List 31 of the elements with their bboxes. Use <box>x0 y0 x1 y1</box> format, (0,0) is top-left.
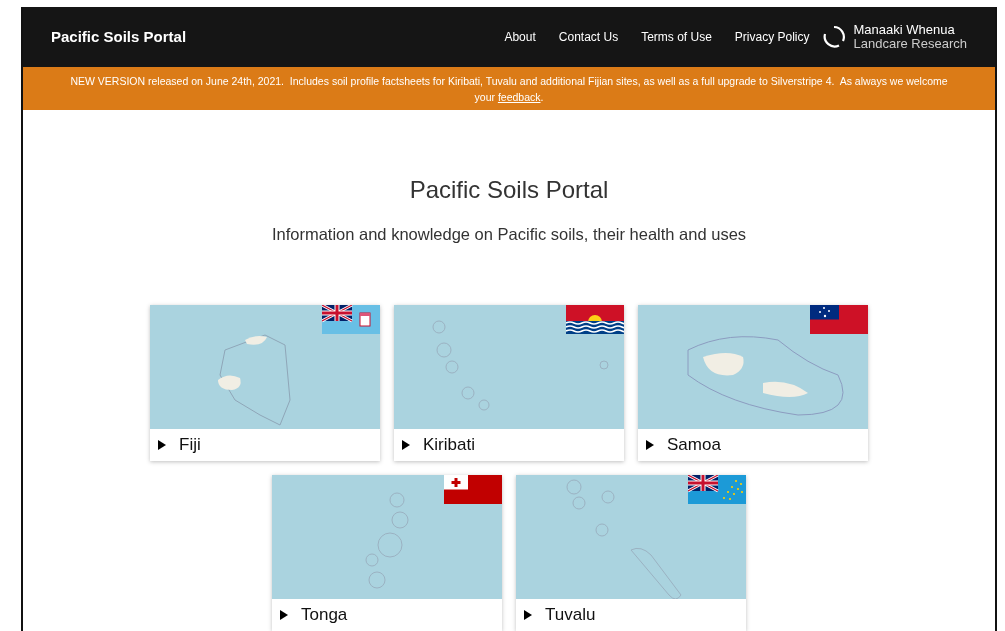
caret-icon[interactable] <box>523 609 533 620</box>
flag-icon <box>810 304 868 334</box>
caret-icon[interactable] <box>279 609 289 620</box>
nav-link[interactable]: About <box>504 28 536 46</box>
country-card[interactable]: Kiribati <box>394 304 624 461</box>
country-card[interactable]: Tuvalu <box>516 474 746 631</box>
flag-icon <box>444 474 502 504</box>
logo-icon <box>821 25 846 49</box>
caret-icon[interactable] <box>645 439 655 450</box>
flag-icon <box>688 474 746 504</box>
country-name: Kiribati <box>423 434 475 456</box>
caret-icon[interactable] <box>401 439 411 450</box>
nav-link[interactable]: Terms of Use <box>641 28 712 46</box>
nav-link[interactable]: Privacy Policy <box>734 28 810 46</box>
country-name: Tonga <box>301 604 348 626</box>
caret-icon[interactable] <box>157 439 167 450</box>
page-subtitle: Information and knowledge on Pacific soils, their health and uses <box>271 224 747 245</box>
country-name: Samoa <box>667 434 721 456</box>
announcement-text: NEW VERSION released on June 24th, 2021. Includes soil profile factsheets for Kiribati, Tuvalu and additional Fijian sites, as well as a full upgrade to Silverstripe 4. As always we welcome your feedback. <box>69 73 949 105</box>
logo-text: Manaaki Whenua <box>853 23 956 37</box>
site-title[interactable]: Pacific Soils Portal <box>51 25 187 49</box>
country-name: Tuvalu <box>545 604 596 626</box>
page-heading: Pacific Soils Portal <box>409 175 609 205</box>
country-card[interactable]: Tonga <box>272 474 502 631</box>
flag-icon <box>322 304 380 334</box>
nav-link[interactable]: Contact Us <box>558 28 619 46</box>
country-card[interactable]: Samoa <box>638 304 868 461</box>
country-name: Fiji <box>179 434 201 456</box>
country-card[interactable]: Fiji <box>150 304 380 461</box>
logo-subtext: Landcare Research <box>853 37 967 51</box>
flag-icon <box>566 304 624 334</box>
